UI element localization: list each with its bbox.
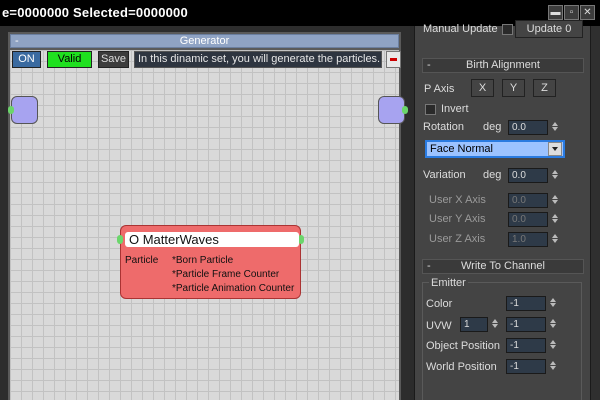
window-title: e=0000000 Selected=0000000: [2, 5, 188, 20]
variation-spinner[interactable]: 0.0: [508, 168, 548, 183]
alignment-mode-dropdown[interactable]: Face Normal: [425, 140, 565, 158]
generator-title: Generator: [179, 35, 230, 47]
node-title[interactable]: O MatterWaves: [125, 232, 299, 247]
user-x-axis-label: User X Axis: [429, 194, 486, 206]
user-x-spinner-arrows-icon[interactable]: [551, 193, 559, 208]
node-item-born-particle: *Born Particle: [172, 255, 234, 266]
collapse-icon[interactable]: -: [427, 260, 431, 273]
maximize-button[interactable]: ▫: [564, 5, 579, 20]
uvw-channel-arrows-icon[interactable]: [491, 317, 499, 332]
write-to-channel-title: Write To Channel: [461, 260, 545, 272]
close-button[interactable]: ✕: [580, 5, 595, 20]
manual-update-label: Manual Update: [423, 23, 498, 35]
user-y-axis-label: User Y Axis: [429, 213, 486, 225]
world-position-label: World Position: [426, 361, 497, 373]
uvw-value-spinner[interactable]: -1: [506, 317, 546, 332]
graph-area: - Generator ON Valid Save In this dinami…: [0, 26, 410, 400]
axis-z-button[interactable]: Z: [533, 79, 556, 97]
axis-y-button[interactable]: Y: [502, 79, 525, 97]
object-position-spinner[interactable]: -1: [506, 338, 546, 353]
variation-spinner-arrows-icon[interactable]: [551, 168, 559, 183]
user-z-axis-label: User Z Axis: [429, 233, 486, 245]
object-position-label: Object Position: [426, 340, 500, 352]
alignment-mode-value: Face Normal: [430, 143, 493, 155]
node-canvas[interactable]: ON Valid Save In this dinamic set, you w…: [8, 50, 408, 400]
node-input-connector-icon[interactable]: [117, 235, 123, 244]
input-port[interactable]: [11, 96, 38, 124]
properties-panel: Manual Update Update 0 - Birth Alignment…: [414, 20, 590, 400]
collapse-icon[interactable]: -: [15, 35, 19, 47]
write-to-channel-header[interactable]: - Write To Channel: [422, 259, 584, 274]
user-z-spinner-arrows-icon[interactable]: [551, 232, 559, 247]
invert-checkbox[interactable]: [425, 104, 436, 115]
variation-label: Variation: [423, 169, 466, 181]
world-position-spinner[interactable]: -1: [506, 359, 546, 374]
node-item-animation-counter: *Particle Animation Counter: [172, 283, 295, 294]
uvw-value-arrows-icon[interactable]: [549, 317, 557, 332]
minimize-button[interactable]: ▬: [548, 5, 563, 20]
matterwaves-node[interactable]: O MatterWaves Particle *Born Particle *P…: [117, 225, 304, 299]
p-axis-label: P Axis: [424, 83, 455, 95]
user-x-axis-spinner[interactable]: 0.0: [508, 193, 548, 208]
birth-alignment-title: Birth Alignment: [466, 59, 540, 71]
node-item-frame-counter: *Particle Frame Counter: [172, 269, 280, 280]
uvw-label: UVW: [426, 320, 452, 332]
node-label: Particle: [125, 255, 159, 266]
output-port[interactable]: [378, 96, 405, 124]
user-y-spinner-arrows-icon[interactable]: [551, 212, 559, 227]
description-field[interactable]: In this dinamic set, you will generate t…: [134, 51, 382, 68]
generator-header[interactable]: - Generator: [10, 34, 399, 48]
user-z-axis-spinner[interactable]: 1.0: [508, 232, 548, 247]
rotation-spinner[interactable]: 0.0: [508, 120, 548, 135]
color-spinner-arrows-icon[interactable]: [549, 296, 557, 311]
remove-icon[interactable]: [386, 51, 401, 68]
invert-label: Invert: [441, 103, 469, 115]
emitter-label: Emitter: [429, 277, 468, 289]
axis-x-button[interactable]: X: [471, 79, 494, 97]
birth-alignment-header[interactable]: - Birth Alignment: [422, 58, 584, 73]
save-button[interactable]: Save: [98, 51, 129, 68]
rotation-spinner-arrows-icon[interactable]: [551, 120, 559, 135]
rotation-unit: deg: [483, 121, 502, 133]
object-position-arrows-icon[interactable]: [549, 338, 557, 353]
chevron-down-icon[interactable]: [548, 142, 562, 156]
color-label: Color: [426, 298, 453, 310]
uvw-channel-spinner[interactable]: 1: [460, 317, 488, 332]
output-connector-icon[interactable]: [402, 106, 408, 114]
input-connector-icon[interactable]: [8, 106, 14, 114]
manual-update-checkbox[interactable]: [502, 24, 513, 35]
valid-button[interactable]: Valid: [47, 51, 92, 68]
generator-frame: - Generator ON Valid Save In this dinami…: [8, 32, 408, 400]
world-position-arrows-icon[interactable]: [549, 359, 557, 374]
panel-scrollbar[interactable]: [590, 26, 600, 400]
on-button[interactable]: ON: [12, 51, 41, 68]
variation-unit: deg: [483, 169, 502, 181]
title-bar: e=0000000 Selected=0000000 ▬ ▫ ✕: [0, 0, 600, 26]
rotation-label: Rotation: [423, 121, 464, 133]
color-channel-spinner[interactable]: -1: [506, 296, 546, 311]
user-y-axis-spinner[interactable]: 0.0: [508, 212, 548, 227]
collapse-icon[interactable]: -: [427, 59, 431, 72]
update-button[interactable]: Update 0: [515, 20, 583, 38]
